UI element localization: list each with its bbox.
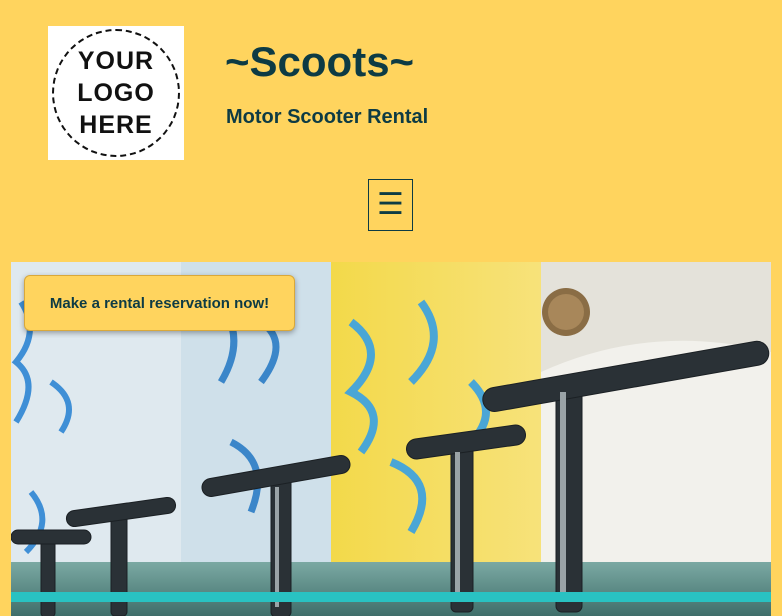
menu-button[interactable]: ☰ — [368, 179, 413, 231]
logo-line-2: LOGO — [77, 79, 155, 107]
logo[interactable]: YOUR LOGO HERE — [48, 26, 184, 160]
logo-line-3: HERE — [79, 111, 153, 139]
site-title[interactable]: ~Scoots~ — [225, 38, 414, 86]
reservation-cta-button[interactable]: Make a rental reservation now! — [24, 275, 295, 331]
hamburger-menu-icon: ☰ — [377, 188, 404, 221]
logo-line-1: YOUR — [77, 47, 155, 75]
site-tagline: Motor Scooter Rental — [226, 106, 429, 128]
logo-badge: YOUR LOGO HERE — [52, 29, 180, 157]
